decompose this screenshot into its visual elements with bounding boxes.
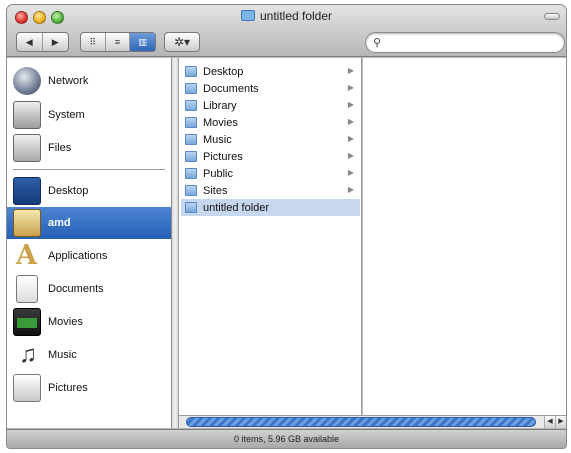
list-item[interactable]: Library ▶: [181, 97, 360, 114]
folder-icon: [185, 100, 197, 111]
sidebar-item-system[interactable]: System: [7, 99, 171, 131]
list-item[interactable]: Documents ▶: [181, 80, 360, 97]
item-label: Documents: [203, 82, 259, 95]
sidebar-item-label: Music: [48, 349, 77, 361]
list-item[interactable]: Music ▶: [181, 131, 360, 148]
item-label: Desktop: [203, 65, 244, 78]
disclosure-arrow-icon: ▶: [347, 117, 354, 126]
pictures-icon: [13, 374, 41, 402]
back-button[interactable]: ◀: [17, 33, 43, 51]
toolbar-toggle-button[interactable]: [544, 13, 560, 20]
sidebar-item-amd[interactable]: amd: [7, 207, 171, 239]
scroll-right-button[interactable]: ▶: [555, 416, 566, 428]
network-globe-icon: [13, 67, 41, 95]
window-title-text: untitled folder: [259, 9, 333, 23]
window-title: untitled folder: [7, 9, 566, 23]
item-label: Library: [203, 99, 237, 112]
movies-icon: [13, 308, 41, 336]
icon-view-button[interactable]: ⠿: [81, 33, 106, 51]
sidebar-item-label: Documents: [48, 283, 104, 295]
sidebar-item-applications[interactable]: Applications: [7, 240, 171, 272]
folder-icon: [185, 134, 197, 145]
disclosure-arrow-icon: ▶: [347, 100, 354, 109]
disclosure-arrow-icon: ▶: [347, 151, 354, 160]
applications-icon: [13, 240, 41, 271]
column-view-button[interactable]: ▥: [130, 33, 155, 51]
hard-drive-icon: [13, 134, 41, 162]
finder-window: untitled folder ◀ ▶ ⠿ ≡ ▥ ✲▾ ⚲ Network S…: [7, 5, 566, 448]
disclosure-arrow-icon: ▶: [347, 168, 354, 177]
sidebar-item-label: Desktop: [48, 185, 89, 197]
list-item[interactable]: Movies ▶: [181, 114, 360, 131]
folder-icon: [185, 83, 197, 94]
sidebar-item-files[interactable]: Files: [7, 132, 171, 164]
list-item-selected[interactable]: untitled folder: [181, 199, 360, 216]
back-forward-control: ◀ ▶: [16, 32, 69, 52]
disclosure-arrow-icon: ▶: [347, 83, 354, 92]
item-label: Sites: [203, 184, 228, 197]
sidebar-item-pictures[interactable]: Pictures: [7, 372, 171, 404]
item-label: Public: [203, 167, 233, 180]
folder-icon: [185, 66, 197, 77]
sidebar-item-label: Network: [48, 75, 89, 87]
sidebar-item-label: Applications: [48, 250, 108, 262]
home-icon: [13, 209, 41, 237]
sidebar: Network System Files Desktop amd Applica…: [7, 58, 172, 428]
list-item[interactable]: Sites ▶: [181, 182, 360, 199]
music-icon: [13, 341, 41, 369]
sidebar-item-movies[interactable]: Movies: [7, 306, 171, 338]
sidebar-item-music[interactable]: Music: [7, 339, 171, 371]
sidebar-item-label: Files: [48, 142, 72, 154]
sidebar-resize-handle[interactable]: [172, 58, 179, 428]
browser-column-1: Desktop ▶ Documents ▶ Library ▶ Movies ▶…: [179, 58, 362, 415]
item-label: untitled folder: [203, 201, 270, 214]
hard-drive-icon: [13, 101, 41, 129]
folder-icon: [185, 117, 197, 128]
desktop-icon: [13, 177, 41, 205]
action-menu-button[interactable]: ✲▾: [164, 32, 200, 52]
sidebar-item-documents[interactable]: Documents: [7, 273, 171, 305]
item-label: Movies: [203, 116, 238, 129]
sidebar-item-label: System: [48, 109, 85, 121]
search-input[interactable]: [386, 35, 556, 50]
disclosure-arrow-icon: ▶: [347, 185, 354, 194]
list-item[interactable]: Pictures ▶: [181, 148, 360, 165]
forward-button[interactable]: ▶: [43, 33, 68, 51]
title-toolbar: untitled folder ◀ ▶ ⠿ ≡ ▥ ✲▾ ⚲: [7, 5, 566, 57]
browser-column-2: [363, 58, 566, 415]
list-item[interactable]: Desktop ▶: [181, 63, 360, 80]
folder-icon: [240, 10, 255, 21]
list-view-button[interactable]: ≡: [106, 33, 131, 51]
item-label: Music: [203, 133, 232, 146]
sidebar-item-desktop[interactable]: Desktop: [7, 175, 171, 207]
disclosure-arrow-icon: ▶: [347, 66, 354, 75]
scroll-left-button[interactable]: ◀: [544, 416, 555, 428]
folder-icon: [185, 202, 197, 213]
folder-icon: [185, 168, 197, 179]
sidebar-item-network[interactable]: Network: [7, 65, 171, 97]
sidebar-item-label: Movies: [48, 316, 83, 328]
horizontal-scrollbar[interactable]: ◀ ▶: [179, 415, 566, 428]
search-field[interactable]: ⚲: [365, 32, 565, 53]
sidebar-item-label: amd: [48, 217, 71, 229]
documents-icon: [16, 275, 38, 303]
sidebar-divider: [13, 169, 165, 170]
folder-icon: [185, 185, 197, 196]
scroll-thumb[interactable]: [186, 417, 536, 427]
folder-icon: [185, 151, 197, 162]
disclosure-arrow-icon: ▶: [347, 134, 354, 143]
view-mode-control: ⠿ ≡ ▥: [80, 32, 156, 52]
scroll-arrows: ◀ ▶: [544, 416, 566, 428]
item-label: Pictures: [203, 150, 243, 163]
sidebar-item-label: Pictures: [48, 382, 88, 394]
search-icon: ⚲: [373, 37, 382, 49]
status-bar: 0 items, 5.96 GB available: [7, 429, 566, 448]
list-item[interactable]: Public ▶: [181, 165, 360, 182]
